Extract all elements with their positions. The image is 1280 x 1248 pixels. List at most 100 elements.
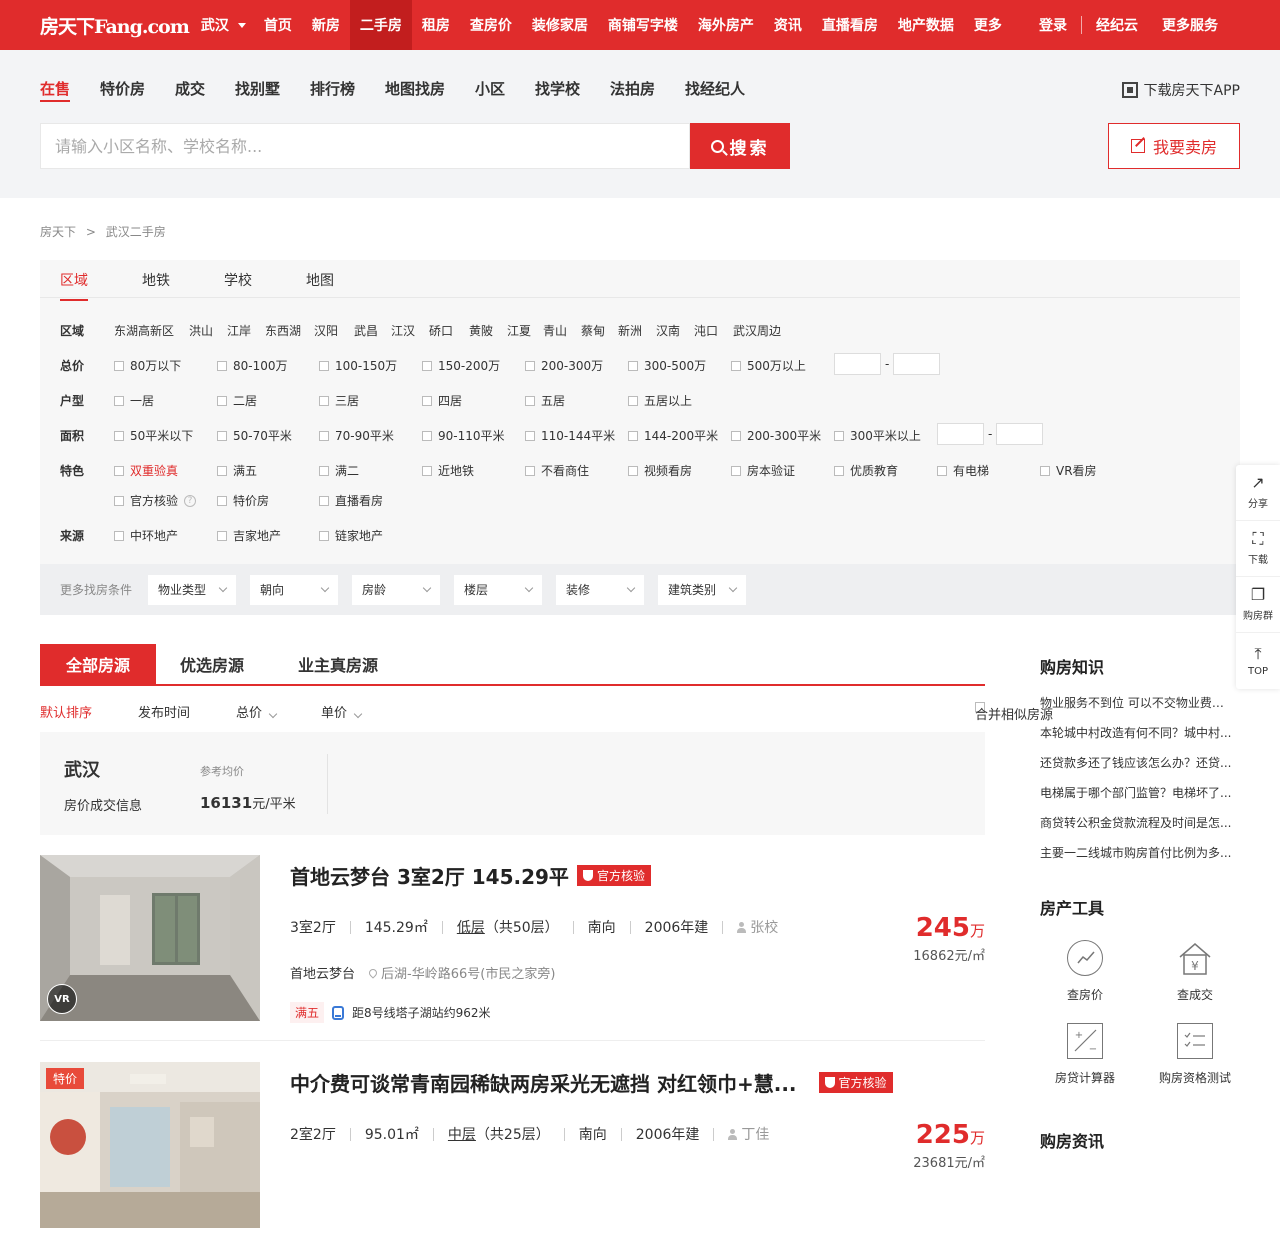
listing-title-text[interactable]: 首地云梦台 3室2厅 145.29平: [290, 861, 569, 890]
checkbox[interactable]: [525, 395, 535, 406]
checkbox[interactable]: [422, 395, 432, 406]
feature-option[interactable]: 双重验真: [114, 462, 178, 479]
sort-unit-price[interactable]: 单价: [321, 702, 363, 721]
district-option[interactable]: 江岸: [227, 322, 251, 339]
checkbox[interactable]: [834, 430, 844, 441]
district-option[interactable]: 东西湖: [265, 322, 301, 339]
app-download-link[interactable]: 下载房天下APP: [1121, 80, 1240, 100]
knowledge-link[interactable]: 商贷转公积金贷款流程及时间是怎...: [1040, 808, 1235, 838]
area-option[interactable]: 200-300平米: [731, 427, 821, 444]
district-option[interactable]: 黄陂: [469, 322, 493, 339]
layout-option[interactable]: 四居: [422, 392, 462, 409]
checkbox[interactable]: [114, 530, 124, 541]
price-min-input[interactable]: [834, 353, 881, 375]
checkbox[interactable]: [217, 430, 227, 441]
breadcrumb-home[interactable]: 房天下: [40, 225, 76, 239]
nav-news[interactable]: 资讯: [764, 0, 812, 50]
site-logo[interactable]: 房天下Fang.com: [40, 12, 190, 39]
filter-tab-district[interactable]: 区域: [60, 270, 88, 301]
checkbox[interactable]: [114, 430, 124, 441]
tab-agent[interactable]: 找经纪人: [685, 78, 745, 99]
floor-level[interactable]: 中层: [448, 1124, 476, 1144]
tab-community[interactable]: 小区: [475, 78, 505, 99]
feature-option[interactable]: 满二: [319, 462, 359, 479]
filter-tab-map[interactable]: 地图: [306, 270, 334, 290]
price-max-input[interactable]: [893, 353, 940, 375]
sort-default[interactable]: 默认排序: [40, 702, 92, 721]
checkbox[interactable]: [319, 430, 329, 441]
price-option[interactable]: 80-100万: [217, 357, 288, 374]
checkbox[interactable]: [217, 530, 227, 541]
tab-all-listings[interactable]: 全部房源: [40, 644, 156, 684]
area-min-input[interactable]: [937, 423, 984, 445]
checkbox[interactable]: [525, 430, 535, 441]
district-option[interactable]: 武昌: [354, 322, 378, 339]
share-button[interactable]: ↗ 分享: [1236, 465, 1280, 521]
checkbox[interactable]: [628, 360, 638, 371]
checkbox[interactable]: [422, 430, 432, 441]
floor-level[interactable]: 低层: [457, 917, 485, 937]
house-age-dropdown[interactable]: 房龄: [352, 574, 441, 605]
district-option[interactable]: 新洲: [618, 322, 642, 339]
nav-home[interactable]: 首页: [254, 0, 302, 50]
checkbox[interactable]: [525, 360, 535, 371]
nav-new-house[interactable]: 新房: [302, 0, 350, 50]
more-services-link[interactable]: 更多服务: [1150, 15, 1230, 35]
nav-more[interactable]: 更多: [964, 0, 1012, 50]
area-option[interactable]: 50平米以下: [114, 427, 193, 444]
price-deal-info-link[interactable]: 房价成交信息: [64, 795, 142, 814]
layout-option[interactable]: 五居以上: [628, 392, 692, 409]
area-option[interactable]: 144-200平米: [628, 427, 718, 444]
knowledge-link[interactable]: 电梯属于哪个部门监管？电梯坏了...: [1040, 778, 1235, 808]
tab-owner-listings[interactable]: 业主真房源: [298, 644, 378, 684]
tool-check-deals[interactable]: ¥ 查成交: [1145, 940, 1245, 1003]
checkbox[interactable]: [217, 495, 227, 506]
checkbox[interactable]: [1040, 465, 1050, 476]
checkbox[interactable]: [422, 360, 432, 371]
listing-title-text[interactable]: 中介费可谈常青南园稀缺两房采光无遮挡 对红领巾+慧...: [290, 1068, 797, 1097]
checkbox[interactable]: [628, 430, 638, 441]
tool-eligibility-test[interactable]: 购房资格测试: [1145, 1023, 1245, 1086]
checkbox[interactable]: [731, 430, 741, 441]
listing-title[interactable]: 首地云梦台 3室2厅 145.29平 官方核验: [290, 861, 651, 890]
source-option[interactable]: 中环地产: [114, 527, 178, 544]
breadcrumb-current[interactable]: 武汉二手房: [106, 225, 166, 239]
layout-option[interactable]: 二居: [217, 392, 257, 409]
layout-option[interactable]: 三居: [319, 392, 359, 409]
sort-publish-time[interactable]: 发布时间: [138, 702, 190, 721]
listing-card[interactable]: VR 首地云梦台 3室2厅 145.29平 官方核验 3室2厅 145.29㎡ 低…: [40, 855, 985, 1041]
decoration-dropdown[interactable]: 装修: [556, 574, 645, 605]
feature-option[interactable]: 特价房: [217, 492, 269, 509]
nav-live[interactable]: 直播看房: [812, 0, 888, 50]
feature-option[interactable]: 房本验证: [731, 462, 795, 479]
help-icon[interactable]: ?: [184, 494, 197, 507]
agent-name[interactable]: 丁佳: [728, 1124, 769, 1144]
feature-option[interactable]: 满五: [217, 462, 257, 479]
tab-special-price[interactable]: 特价房: [100, 78, 145, 99]
area-option[interactable]: 300平米以上: [834, 427, 921, 444]
knowledge-link[interactable]: 还贷款多还了钱应该怎么办？还贷...: [1040, 748, 1235, 778]
knowledge-link[interactable]: 本轮城中村改造有何不同？城中村...: [1040, 718, 1235, 748]
district-option[interactable]: 武汉周边: [733, 322, 781, 339]
feature-option[interactable]: 优质教育: [834, 462, 898, 479]
district-option[interactable]: 硚口: [429, 322, 453, 339]
tab-auction[interactable]: 法拍房: [610, 78, 655, 99]
checkbox[interactable]: [217, 465, 227, 476]
tab-on-sale[interactable]: 在售: [40, 78, 70, 99]
checkbox[interactable]: [114, 395, 124, 406]
listing-title[interactable]: 中介费可谈常青南园稀缺两房采光无遮挡 对红领巾+慧... 官方核验: [290, 1068, 893, 1097]
property-type-dropdown[interactable]: 物业类型: [148, 574, 237, 605]
layout-option[interactable]: 五居: [525, 392, 565, 409]
download-button[interactable]: ⛶ 下载: [1236, 521, 1280, 577]
tab-map-search[interactable]: 地图找房: [385, 78, 445, 99]
district-option[interactable]: 汉南: [656, 322, 680, 339]
nav-check-price[interactable]: 查房价: [460, 0, 522, 50]
checkbox[interactable]: [731, 360, 741, 371]
buyer-group-button[interactable]: ❐ 购房群: [1236, 577, 1280, 633]
agent-cloud-link[interactable]: 经纪云: [1084, 15, 1150, 35]
district-option[interactable]: 汉阳: [314, 322, 338, 339]
checkbox[interactable]: [217, 395, 227, 406]
checkbox[interactable]: [319, 530, 329, 541]
tab-school[interactable]: 找学校: [535, 78, 580, 99]
area-option[interactable]: 110-144平米: [525, 427, 615, 444]
